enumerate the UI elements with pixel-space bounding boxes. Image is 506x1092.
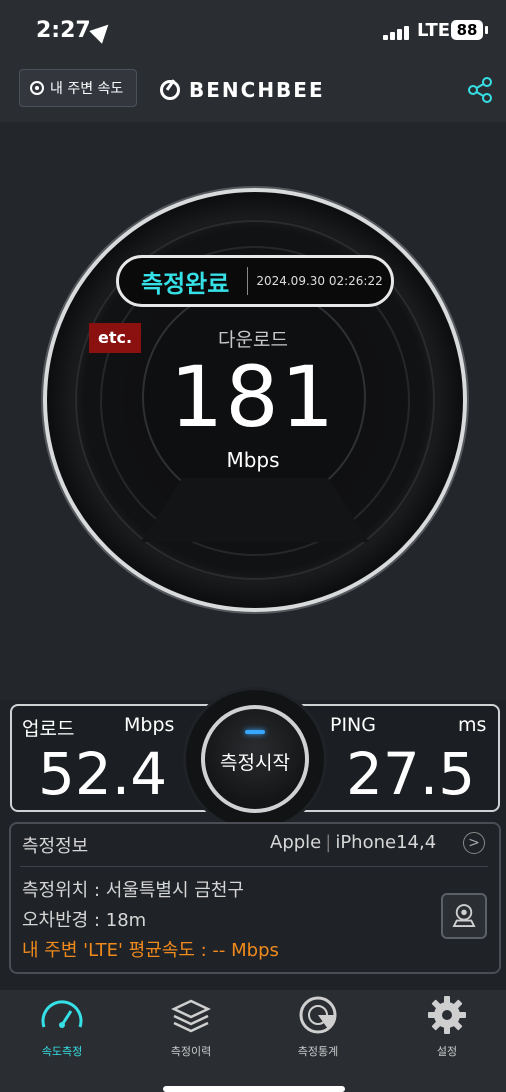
upload-label: 업로드 bbox=[22, 718, 75, 740]
app-header: 내 주변 속도 BENCHBEE bbox=[0, 60, 506, 122]
nearby-speed-button[interactable]: 내 주변 속도 bbox=[19, 69, 137, 107]
device-separator: | bbox=[325, 832, 332, 853]
battery-nub bbox=[485, 26, 488, 34]
tab-history[interactable]: 측정이력 bbox=[141, 995, 241, 1059]
coverage-map-icon[interactable] bbox=[441, 893, 487, 939]
download-value: 181 bbox=[169, 348, 337, 446]
measurement-location: 측정위치 : 서울특별시 금천구 bbox=[22, 880, 244, 901]
signal-bars-icon bbox=[383, 24, 413, 40]
result-timestamp: 2024.09.30 02:26:22 bbox=[256, 274, 383, 288]
battery-icon: 88 bbox=[451, 20, 483, 40]
status-time: 2:27 bbox=[36, 18, 91, 43]
brand-name: BENCHBEE bbox=[189, 78, 325, 102]
tab-speed-test[interactable]: 속도측정 bbox=[12, 995, 112, 1059]
ping-value: 27.5 bbox=[346, 740, 476, 808]
speedometer-icon bbox=[41, 1000, 83, 1028]
info-title: 측정정보 bbox=[22, 836, 89, 857]
divider bbox=[20, 866, 488, 867]
tab-label: 측정이력 bbox=[170, 1045, 212, 1058]
network-type: LTE bbox=[417, 20, 451, 41]
tab-statistics[interactable]: 측정통계 bbox=[268, 995, 368, 1059]
brand-logo: BENCHBEE bbox=[160, 78, 325, 102]
tab-settings[interactable]: 설정 bbox=[397, 995, 497, 1059]
device-vendor: Apple bbox=[270, 832, 322, 853]
tab-label: 설정 bbox=[436, 1045, 458, 1058]
upload-unit: Mbps bbox=[124, 714, 175, 736]
nearby-average-speed: 내 주변 'LTE' 평균속도 : -- Mbps bbox=[22, 940, 279, 961]
target-icon bbox=[30, 81, 44, 95]
home-indicator[interactable] bbox=[163, 1086, 345, 1092]
download-unit: Mbps bbox=[226, 448, 280, 472]
device-info: Apple | iPhone14,4 bbox=[270, 832, 436, 853]
divider bbox=[247, 267, 249, 295]
layers-icon bbox=[171, 999, 211, 1033]
gear-icon bbox=[428, 996, 466, 1034]
nearby-speed-label: 내 주변 속도 bbox=[50, 81, 124, 97]
start-indicator-led bbox=[245, 730, 265, 734]
error-radius: 오차반경 : 18m bbox=[22, 910, 147, 931]
result-status-pill: 측정완료 2024.09.30 02:26:22 bbox=[116, 255, 394, 307]
stats-disc-icon bbox=[299, 996, 337, 1034]
ping-label: PING bbox=[330, 714, 376, 736]
device-model: iPhone14,4 bbox=[335, 832, 437, 853]
upload-value: 52.4 bbox=[38, 740, 168, 808]
chevron-right-icon[interactable]: > bbox=[463, 832, 485, 854]
start-test-label[interactable]: 측정시작 bbox=[201, 748, 309, 775]
result-status: 측정완료 bbox=[141, 269, 230, 298]
tab-label: 측정통계 bbox=[297, 1045, 339, 1058]
share-icon[interactable] bbox=[466, 76, 494, 104]
ping-unit: ms bbox=[458, 714, 487, 736]
tab-label: 속도측정 bbox=[41, 1045, 83, 1058]
benchbee-logo-icon bbox=[160, 80, 180, 100]
